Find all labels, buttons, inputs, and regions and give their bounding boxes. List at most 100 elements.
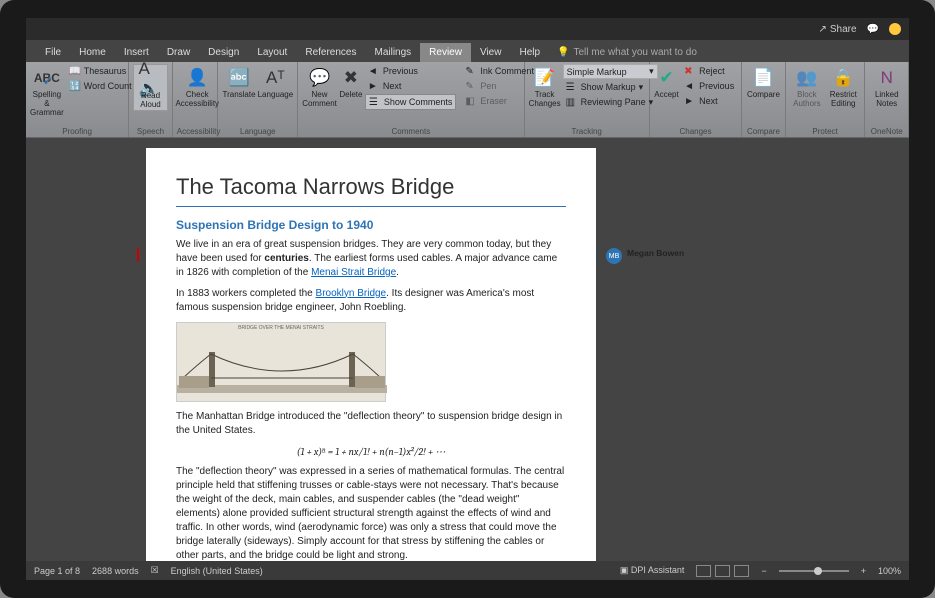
- proofing-icon[interactable]: ☒: [151, 565, 159, 576]
- status-bar: Page 1 of 8 2688 words ☒ English (United…: [26, 561, 909, 580]
- page-count[interactable]: Page 1 of 8: [34, 566, 80, 576]
- group-label: Proofing: [30, 126, 124, 137]
- group-label: Protect: [790, 126, 861, 137]
- reviewing-pane-button[interactable]: ▥Reviewing Pane ▾: [563, 95, 658, 109]
- tab-design[interactable]: Design: [199, 43, 248, 62]
- block-authors-button[interactable]: 👥BlockAuthors: [790, 64, 824, 109]
- restrict-editing-button[interactable]: 🔒RestrictEditing: [826, 64, 860, 109]
- word-count[interactable]: 2688 words: [92, 566, 139, 576]
- group-label: Language: [222, 126, 293, 137]
- share-button[interactable]: ↗Share: [818, 24, 856, 35]
- heading-2: Suspension Bridge Design to 1940: [176, 217, 566, 234]
- spelling-grammar-button[interactable]: ABCSpelling &Grammar: [30, 64, 64, 117]
- group-label: Speech: [133, 126, 168, 137]
- comment-author: Megan Bowen: [627, 248, 768, 258]
- delete-comment-button[interactable]: ✖Delete: [339, 64, 363, 100]
- tab-help[interactable]: Help: [510, 43, 549, 62]
- revision-mark: [137, 248, 139, 262]
- accept-icon: ✔: [654, 66, 678, 90]
- language-button[interactable]: AᵀLanguage: [258, 64, 294, 100]
- read-aloud-button[interactable]: A🔊ReadAloud: [133, 64, 168, 111]
- group-label: Tracking: [529, 126, 645, 137]
- web-layout-icon[interactable]: [734, 565, 749, 577]
- zoom-level[interactable]: 100%: [878, 566, 901, 576]
- paragraph: The Manhattan Bridge introduced the "def…: [176, 410, 566, 438]
- tab-draw[interactable]: Draw: [158, 43, 199, 62]
- compare-button[interactable]: 📄Compare: [746, 64, 781, 100]
- next-icon: ►: [684, 95, 696, 107]
- eraser-button[interactable]: ◧Eraser: [462, 94, 537, 108]
- show-comments-button[interactable]: ☰Show Comments: [365, 94, 457, 110]
- onenote-icon: N: [875, 66, 899, 90]
- title-bar: ↗Share 💬: [26, 18, 909, 40]
- tab-view[interactable]: View: [471, 43, 511, 62]
- word-count-icon: 🔢: [69, 80, 81, 92]
- comments-pane: MB Megan BowenCan we insert a picture of…: [606, 148, 776, 561]
- tab-home[interactable]: Home: [70, 43, 115, 62]
- zoom-out-button[interactable]: −: [761, 566, 766, 576]
- group-label: OneNote: [869, 126, 904, 137]
- paragraph: The "deflection theory" was expressed in…: [176, 465, 566, 561]
- reviewing-pane-icon: ▥: [566, 96, 578, 108]
- tell-me-search[interactable]: 💡Tell me what you want to do: [549, 43, 705, 62]
- previous-icon: ◄: [368, 65, 380, 77]
- accept-button[interactable]: ✔Accept: [654, 64, 679, 100]
- translate-button[interactable]: 🔤Translate: [222, 64, 255, 100]
- page-title: The Tacoma Narrows Bridge: [176, 172, 566, 207]
- word-count-button[interactable]: 🔢Word Count: [66, 79, 135, 93]
- read-aloud-icon: A🔊: [138, 67, 162, 91]
- zoom-in-button[interactable]: +: [861, 566, 866, 576]
- emoji-face-icon[interactable]: [889, 23, 901, 35]
- language-icon: Aᵀ: [263, 66, 287, 90]
- tab-layout[interactable]: Layout: [248, 43, 296, 62]
- pen-icon: ✎: [465, 80, 477, 92]
- accessibility-icon: 👤: [185, 66, 209, 90]
- link[interactable]: Brooklyn Bridge: [316, 288, 387, 299]
- thesaurus-icon: 📖: [69, 65, 81, 77]
- show-comments-icon: ☰: [369, 96, 381, 108]
- tab-review[interactable]: Review: [420, 43, 471, 62]
- restrict-icon: 🔒: [831, 66, 855, 90]
- new-comment-icon: 💬: [308, 66, 332, 90]
- tab-mailings[interactable]: Mailings: [365, 43, 420, 62]
- next-change-button[interactable]: ►Next: [681, 94, 737, 108]
- check-accessibility-button[interactable]: 👤CheckAccessibility: [177, 64, 218, 109]
- markup-dropdown[interactable]: Simple Markup▾: [563, 64, 658, 79]
- previous-change-button[interactable]: ◄Previous: [681, 79, 737, 93]
- pen-button[interactable]: ✎Pen: [462, 79, 537, 93]
- group-label: Compare: [746, 126, 781, 137]
- ribbon: ABCSpelling &Grammar 📖Thesaurus 🔢Word Co…: [26, 62, 909, 138]
- print-layout-icon[interactable]: [715, 565, 730, 577]
- group-label: Accessibility: [177, 126, 214, 137]
- previous-comment-button[interactable]: ◄Previous: [365, 64, 457, 78]
- next-icon: ►: [368, 80, 380, 92]
- ink-icon: ✎: [465, 65, 477, 77]
- lightbulb-icon: 💡: [557, 47, 569, 58]
- zoom-slider[interactable]: [779, 570, 849, 572]
- tab-file[interactable]: File: [36, 43, 70, 62]
- language-status[interactable]: English (United States): [171, 566, 263, 576]
- tab-references[interactable]: References: [296, 43, 365, 62]
- bridge-image: BRIDGE OVER THE MENAI STRAITS: [176, 322, 386, 402]
- new-comment-button[interactable]: 💬NewComment: [302, 64, 337, 109]
- abc-check-icon: ABC: [34, 71, 60, 85]
- document-area[interactable]: The Tacoma Narrows Bridge Suspension Bri…: [26, 138, 909, 561]
- delete-icon: ✖: [339, 66, 363, 90]
- show-markup-button[interactable]: ☰Show Markup ▾: [563, 80, 658, 94]
- thesaurus-button[interactable]: 📖Thesaurus: [66, 64, 135, 78]
- feedback-icon[interactable]: 💬: [867, 24, 879, 35]
- comment-text: Can we insert a picture of the bridge?: [627, 258, 768, 268]
- avatar: MB: [606, 248, 622, 264]
- dpi-assistant[interactable]: ▣ DPI Assistant: [620, 565, 685, 576]
- group-label: Comments: [302, 126, 519, 137]
- reject-button[interactable]: ✖Reject: [681, 64, 737, 78]
- block-authors-icon: 👥: [795, 66, 819, 90]
- comment[interactable]: MB Megan BowenCan we insert a picture of…: [606, 248, 776, 268]
- document-page[interactable]: The Tacoma Narrows Bridge Suspension Bri…: [146, 148, 596, 561]
- link[interactable]: Menai Strait Bridge: [311, 267, 396, 278]
- read-mode-icon[interactable]: [696, 565, 711, 577]
- next-comment-button[interactable]: ►Next: [365, 79, 457, 93]
- linked-notes-button[interactable]: NLinkedNotes: [869, 64, 904, 109]
- reject-icon: ✖: [684, 65, 696, 77]
- previous-icon: ◄: [684, 80, 696, 92]
